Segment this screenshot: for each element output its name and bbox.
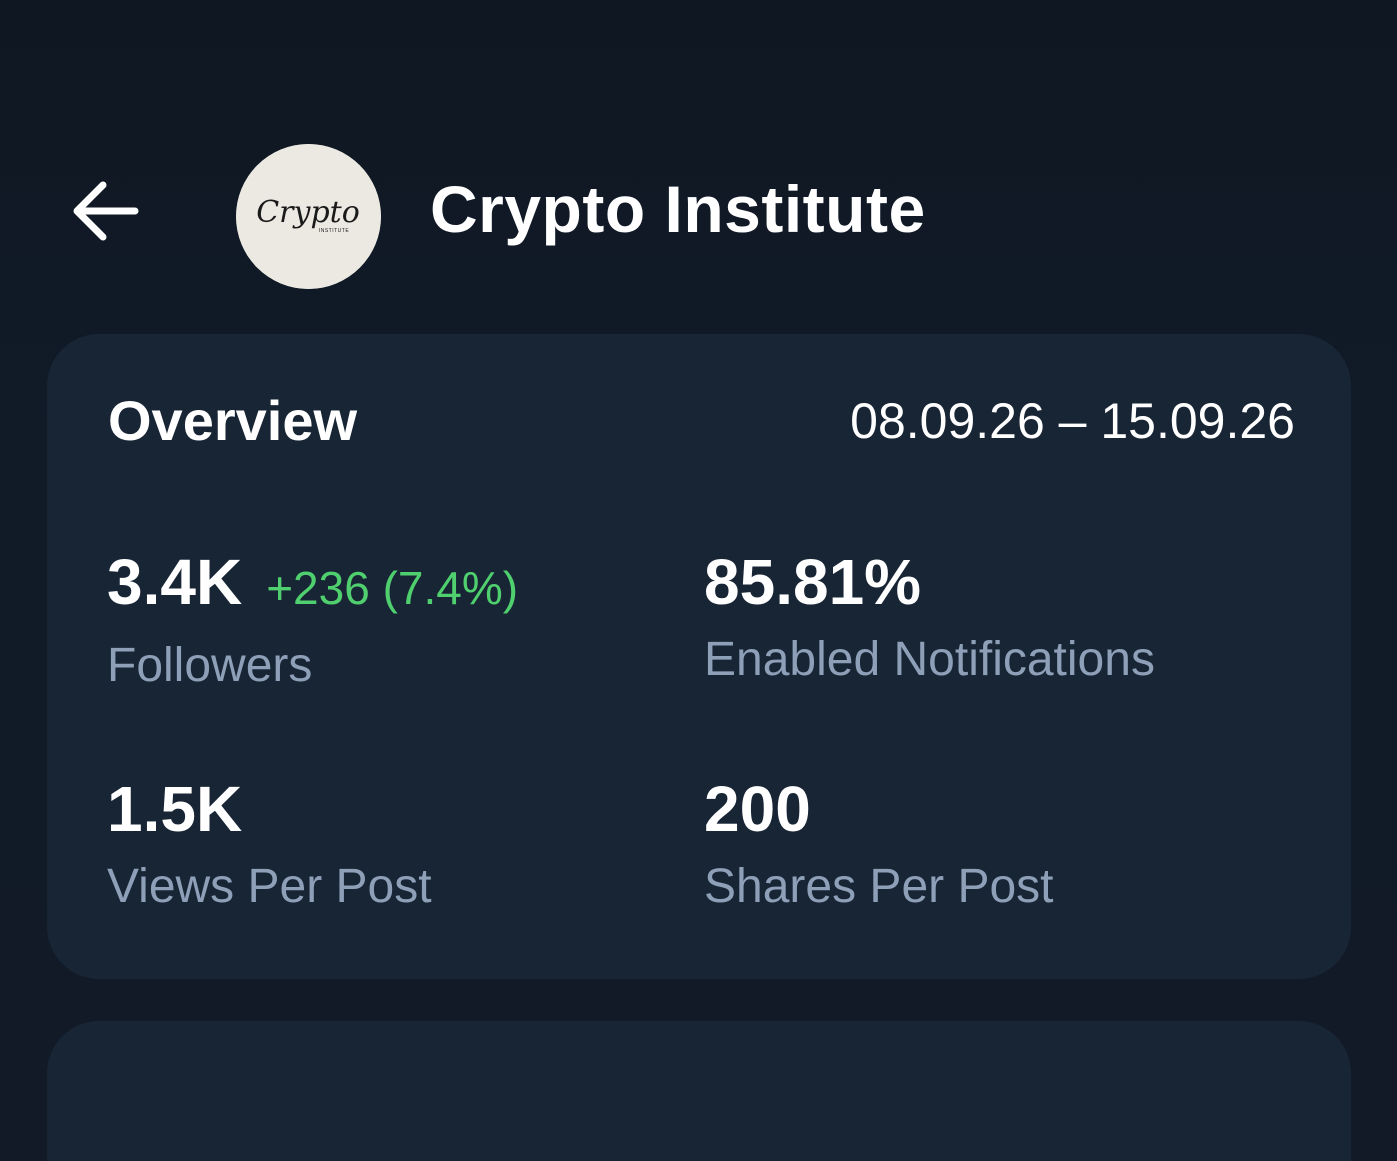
views-value: 1.5K: [107, 773, 243, 845]
shares-label: Shares Per Post: [704, 860, 1054, 913]
followers-label: Followers: [107, 639, 313, 692]
views-label: Views Per Post: [107, 860, 432, 913]
next-card: [47, 1021, 1351, 1161]
logo-subtext: INSTITUTE: [319, 228, 349, 234]
notifications-value-row: 85.81%: [704, 544, 1264, 620]
followers-change: +236 (7.4%): [266, 562, 519, 614]
logo-text: Crypto: [256, 195, 360, 230]
crypto-institute-logo: Crypto INSTITUTE: [236, 144, 381, 289]
followers-stat: 3.4K +236 (7.4%) Followers: [107, 544, 667, 696]
shares-stat: 200 Shares Per Post: [704, 771, 1264, 917]
views-stat: 1.5K Views Per Post: [107, 771, 667, 917]
notifications-label: Enabled Notifications: [704, 633, 1155, 686]
followers-value-row: 3.4K +236 (7.4%): [107, 544, 667, 626]
overview-title: Overview: [108, 389, 358, 452]
notifications-value: 85.81%: [704, 546, 922, 618]
statistics-screen: Crypto INSTITUTE Crypto Institute Overvi…: [0, 0, 1397, 1161]
followers-value: 3.4K: [107, 546, 243, 618]
channel-avatar[interactable]: Crypto INSTITUTE: [236, 144, 381, 289]
shares-value: 200: [704, 773, 811, 845]
channel-title: Crypto Institute: [430, 172, 926, 246]
back-button[interactable]: [62, 175, 146, 247]
views-value-row: 1.5K: [107, 771, 667, 847]
overview-card: Overview 08.09.26 – 15.09.26 3.4K +236 (…: [47, 334, 1351, 979]
arrow-left-icon: [73, 181, 139, 241]
shares-value-row: 200: [704, 771, 1264, 847]
header: Crypto INSTITUTE Crypto Institute: [0, 140, 1397, 290]
date-range: 08.09.26 – 15.09.26: [850, 393, 1295, 449]
notifications-stat: 85.81% Enabled Notifications: [704, 544, 1264, 690]
